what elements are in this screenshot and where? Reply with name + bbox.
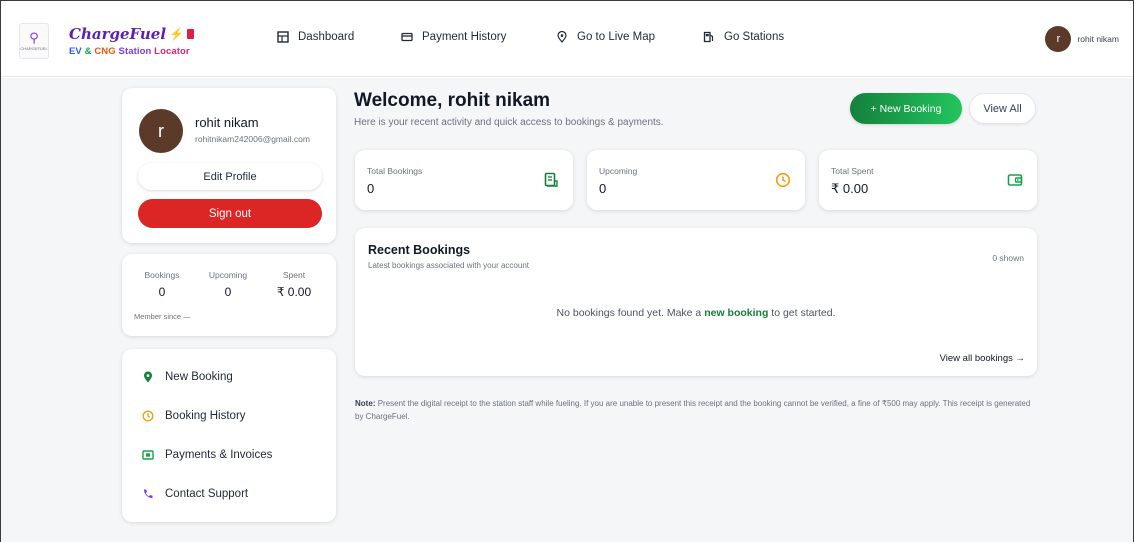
nav-live-map-label: Go to Live Map xyxy=(577,31,655,43)
recent-bookings-card: Recent Bookings Latest bookings associat… xyxy=(355,228,1037,376)
stat-label: Upcoming xyxy=(599,166,638,176)
quick-stat-bookings: Bookings 0 xyxy=(136,270,188,299)
brand[interactable]: ChargeFuel ⚡ EV & CNG Station Locator xyxy=(69,25,194,57)
nav-payment-history[interactable]: Payment History xyxy=(401,31,506,43)
brand-tagline: EV & CNG Station Locator xyxy=(69,46,194,57)
dashboard-icon xyxy=(277,31,289,43)
quick-stat-upcoming-label: Upcoming xyxy=(208,270,248,280)
sidebar-item-booking-history[interactable]: Booking History xyxy=(142,410,246,422)
fuel-pump-icon xyxy=(703,31,714,43)
sidebar-item-label: Contact Support xyxy=(165,488,249,500)
brand-name: ChargeFuel ⚡ xyxy=(69,25,194,43)
user-name: rohit nikam xyxy=(1077,34,1119,44)
quick-stat-upcoming: Upcoming 0 xyxy=(200,270,256,299)
tagline-amp: & xyxy=(84,46,92,57)
quick-stats-card: Bookings 0 Upcoming 0 Spent ₹ 0.00 Membe… xyxy=(122,254,336,336)
recent-bookings-title: Recent Bookings xyxy=(368,243,471,257)
phone-icon xyxy=(143,489,153,499)
tagline-locator: Locator xyxy=(154,46,190,57)
nav-dashboard[interactable]: Dashboard xyxy=(277,31,354,43)
logo-text: CHARGEFUEL xyxy=(20,46,48,51)
stat-value: 0 xyxy=(367,181,375,196)
member-since: Member since — xyxy=(134,312,191,321)
stat-card-total-bookings: Total Bookings 0 xyxy=(355,150,573,210)
note-label: Note: xyxy=(355,399,376,408)
new-booking-link[interactable]: new booking xyxy=(704,307,768,319)
quick-stat-spent-value: ₹ 0.00 xyxy=(276,285,312,299)
view-all-button[interactable]: View All xyxy=(969,93,1036,124)
sidebar-item-contact-support[interactable]: Contact Support xyxy=(142,488,248,500)
avatar: r xyxy=(1045,26,1072,52)
stat-value: ₹ 0.00 xyxy=(831,181,869,196)
tagline-cng: CNG xyxy=(94,46,116,57)
clock-icon xyxy=(775,172,791,188)
profile-name: rohit nikam xyxy=(195,115,259,130)
wallet-icon xyxy=(1007,174,1023,186)
app-logo[interactable]: ⚲ CHARGEFUEL xyxy=(19,23,49,59)
page-title: Welcome, rohit nikam xyxy=(354,90,551,111)
page-subtitle: Here is your recent activity and quick a… xyxy=(354,117,664,128)
recent-bookings-subtitle: Latest bookings associated with your acc… xyxy=(368,261,529,270)
clock-icon xyxy=(142,410,154,422)
stat-value: 0 xyxy=(599,181,607,196)
quick-stat-bookings-value: 0 xyxy=(158,285,166,299)
nav-go-stations[interactable]: Go Stations xyxy=(703,31,784,43)
side-menu-card: New Booking Booking History Payments & I… xyxy=(122,349,336,522)
quick-stat-bookings-label: Bookings xyxy=(144,270,180,280)
receipt-icon xyxy=(544,172,558,187)
new-booking-button[interactable]: + New Booking xyxy=(850,93,962,124)
stat-card-upcoming: Upcoming 0 xyxy=(587,150,805,210)
bolt-icon: ⚡ xyxy=(169,27,184,41)
top-navbar: ⚲ CHARGEFUEL ChargeFuel ⚡ EV & CNG Stati… xyxy=(1,1,1133,77)
quick-stat-upcoming-value: 0 xyxy=(224,285,232,299)
note-text: Present the digital receipt to the stati… xyxy=(355,399,1031,421)
nav-live-map[interactable]: Go to Live Map xyxy=(556,31,655,43)
tagline-ev: EV xyxy=(69,46,82,57)
user-menu[interactable]: r rohit nikam xyxy=(1045,26,1119,52)
sidebar-item-label: Payments & Invoices xyxy=(165,449,273,461)
profile-avatar: r xyxy=(139,109,183,153)
tagline-station: Station xyxy=(118,46,152,57)
logo-pin-icon: ⚲ xyxy=(29,30,39,45)
fuel-pump-brand-icon xyxy=(186,29,194,39)
stat-label: Total Spent xyxy=(831,166,874,176)
quick-stat-spent: Spent ₹ 0.00 xyxy=(266,270,322,299)
sidebar-item-new-booking[interactable]: New Booking xyxy=(142,371,233,383)
nav-dashboard-label: Dashboard xyxy=(298,31,355,43)
quick-stat-spent-label: Spent xyxy=(282,270,306,280)
sidebar-item-payments-invoices[interactable]: Payments & Invoices xyxy=(142,449,272,461)
sign-out-button[interactable]: Sign out xyxy=(138,199,322,228)
empty-state-prefix: No bookings found yet. Make a xyxy=(556,307,705,319)
brand-title: ChargeFuel xyxy=(69,25,167,43)
view-all-bookings-link[interactable]: View all bookings → xyxy=(940,353,1025,364)
profile-email: rohitnikam242006@gmail.com xyxy=(195,134,310,144)
nav-go-stations-label: Go Stations xyxy=(724,31,785,43)
sidebar-item-label: New Booking xyxy=(165,371,233,383)
location-pin-icon xyxy=(144,371,152,383)
map-pin-icon xyxy=(557,31,567,43)
stat-card-total-spent: Total Spent ₹ 0.00 xyxy=(819,150,1037,210)
empty-state-message: No bookings found yet. Make a new bookin… xyxy=(355,307,1037,319)
stat-label: Total Bookings xyxy=(367,166,423,176)
empty-state-suffix: to get started. xyxy=(768,307,836,319)
card-icon xyxy=(401,32,413,42)
edit-profile-button[interactable]: Edit Profile xyxy=(138,163,322,190)
invoice-icon xyxy=(142,450,154,460)
nav-payment-history-label: Payment History xyxy=(422,31,507,43)
recent-bookings-count: 0 shown xyxy=(992,253,1024,263)
sidebar-item-label: Booking History xyxy=(165,410,246,422)
profile-card: r rohit nikam rohitnikam242006@gmail.com… xyxy=(122,88,336,243)
receipt-note: Note: Present the digital receipt to the… xyxy=(355,397,1035,423)
